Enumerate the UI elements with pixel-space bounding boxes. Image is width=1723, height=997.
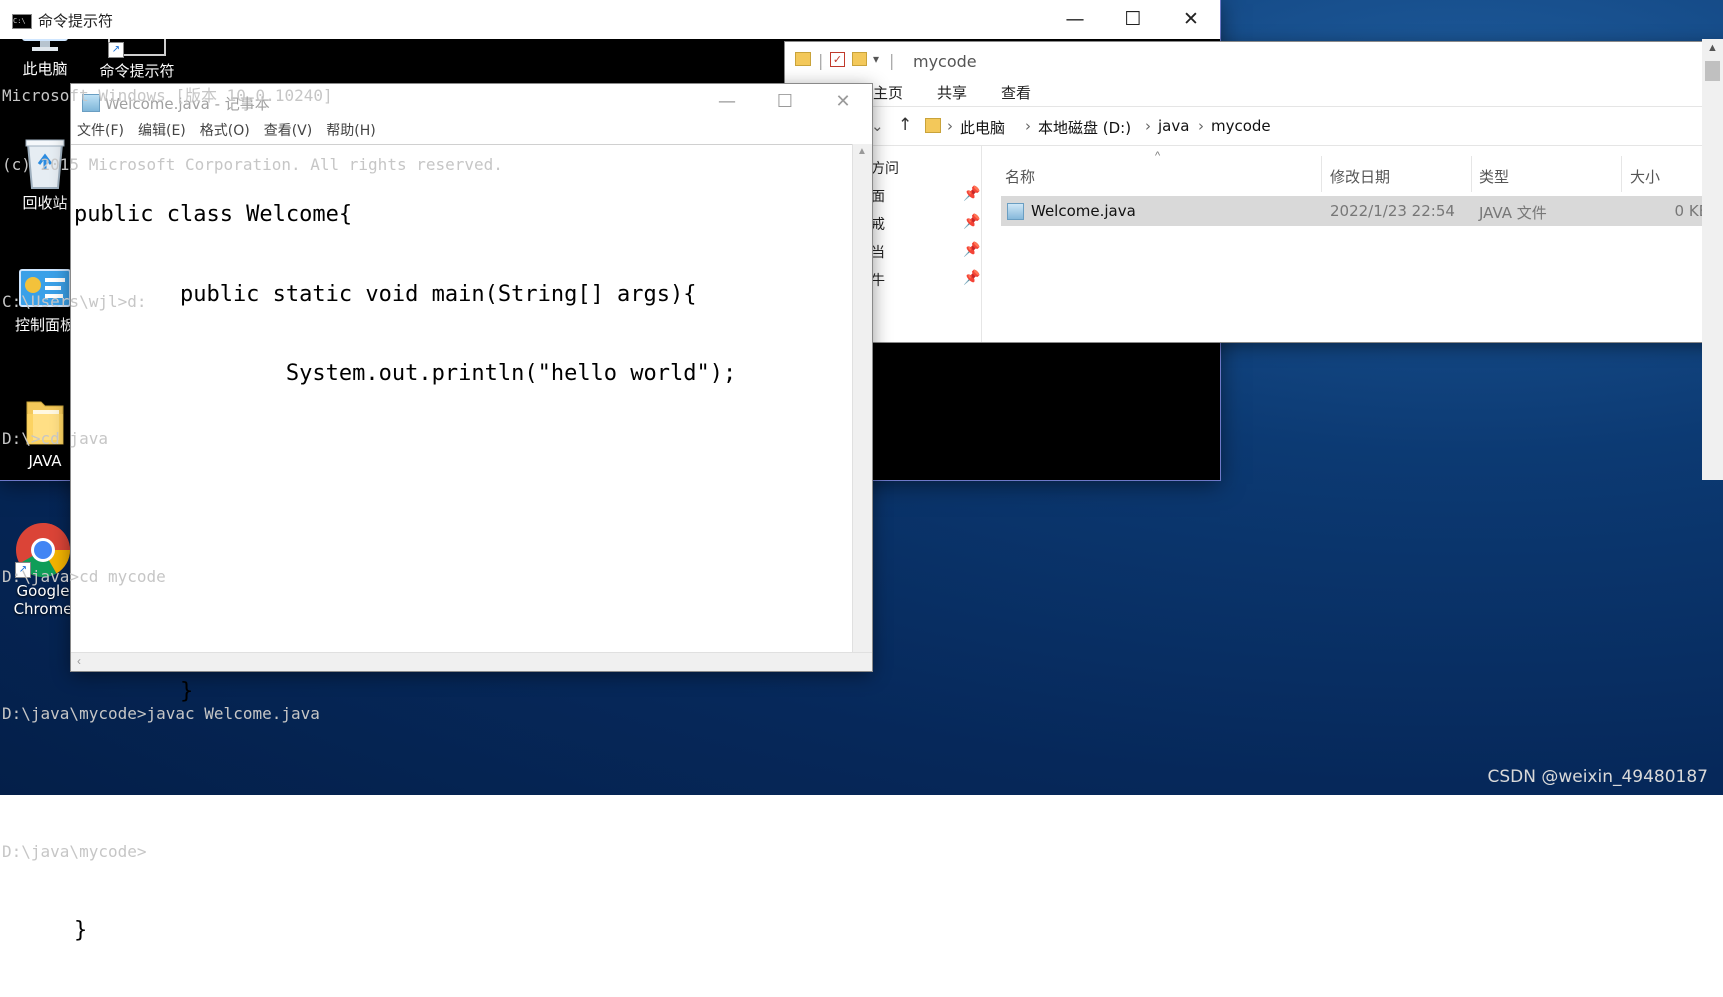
desktop: 此电脑 C:\ ↗ 命令提示符 回收站 — [0, 0, 1723, 943]
close-button[interactable]: ✕ — [1162, 2, 1220, 36]
console-line: C:\Users\wjl>d: — [2, 291, 147, 311]
scrollbar-thumb[interactable] — [1705, 61, 1720, 81]
console-line: D:\java\mycode>javac Welcome.java — [2, 704, 320, 724]
column-header-size[interactable]: 大小 — [1630, 166, 1660, 187]
scroll-up-icon[interactable]: ▲ — [1707, 42, 1718, 54]
minimize-button[interactable]: — — [1046, 2, 1104, 36]
console-line: Microsoft Windows [版本 10.0.10240] — [2, 85, 333, 105]
terminal-icon: C:\ — [12, 14, 32, 29]
vertical-scrollbar[interactable]: ▲ — [1702, 39, 1723, 480]
column-header-type[interactable]: 类型 — [1479, 166, 1509, 187]
console-line: D:\>cd java — [2, 429, 108, 449]
cmd-window: C:\ 命令提示符 — ☐ ✕ Microsoft Windows [版本 10… — [0, 0, 1723, 861]
maximize-button[interactable]: ☐ — [1104, 2, 1162, 36]
console-output[interactable]: Microsoft Windows [版本 10.0.10240] (c) 20… — [0, 39, 1200, 861]
file-date: 2022/1/23 22:54 — [1330, 202, 1455, 220]
column-divider[interactable] — [1471, 156, 1472, 192]
console-prompt: D:\java\mycode> — [2, 841, 147, 861]
column-divider[interactable] — [1621, 156, 1622, 192]
column-header-date[interactable]: 修改日期 — [1330, 166, 1390, 187]
column-divider[interactable] — [1321, 156, 1322, 192]
watermark: CSDN @weixin_49480187 — [1487, 767, 1708, 787]
console-line: (c) 2015 Microsoft Corporation. All righ… — [2, 154, 503, 174]
cmd-title-bar[interactable]: C:\ 命令提示符 — ☐ ✕ — [0, 0, 1220, 39]
console-line: D:\java>cd mycode — [2, 566, 166, 586]
breadcrumb-mycode[interactable]: mycode — [1211, 117, 1271, 135]
code-line: } — [74, 917, 88, 943]
file-type: JAVA 文件 — [1479, 204, 1547, 222]
window-title: 命令提示符 — [38, 12, 114, 30]
